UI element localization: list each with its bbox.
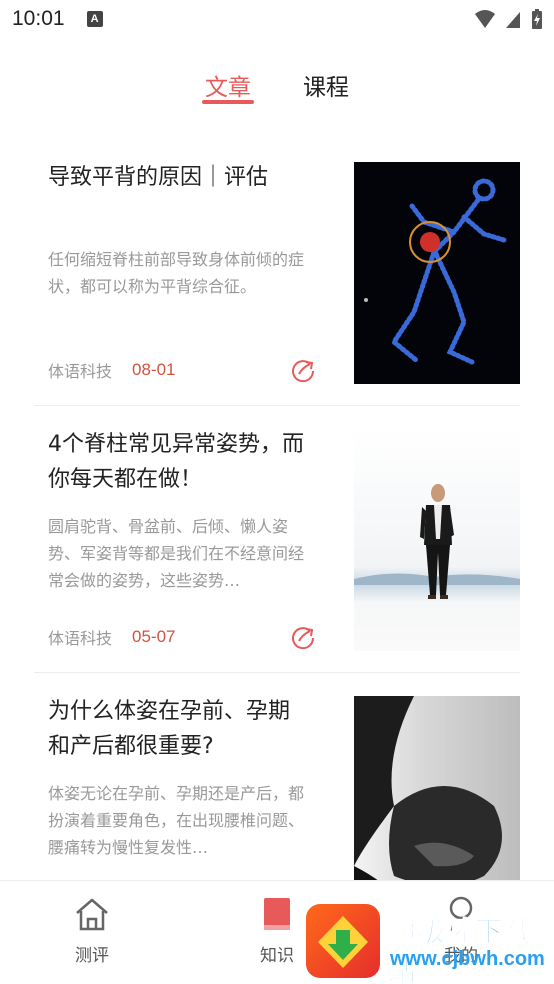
status-bar: 10:01 A xyxy=(0,0,554,38)
article-thumbnail[interactable] xyxy=(354,429,520,651)
nav-label: 测评 xyxy=(75,946,109,966)
skeleton-figure-image xyxy=(364,178,507,365)
tab-articles-label: 文章 xyxy=(205,75,251,101)
article-meta: 体语科技 05-07 xyxy=(48,625,176,649)
article-summary: 圆肩驼背、骨盆前、后倾、懒人姿势、军姿背等都是我们在不经意间经常会做的姿势，这些… xyxy=(48,517,305,590)
nav-item-assessment[interactable]: 测评 xyxy=(52,895,132,966)
tab-articles[interactable]: 文章 xyxy=(202,62,254,112)
article-meta: 体语科技 08-01 xyxy=(48,358,176,382)
watermark-url: www.cjbwh.com xyxy=(390,948,545,970)
signal-icon xyxy=(506,12,520,28)
card-divider xyxy=(34,672,520,673)
notification-icon: A xyxy=(86,11,103,27)
article-card[interactable]: 4个脊柱常见异常姿势，而你每天都在做！ 圆肩驼背、骨盆前、后倾、懒人姿势、军姿背… xyxy=(34,407,520,673)
status-icons xyxy=(474,8,544,30)
watermark: 超级棒下载站 www.cjbwh.com xyxy=(306,904,554,984)
article-date: 08-01 xyxy=(132,360,176,379)
nav-item-knowledge[interactable]: 知识 xyxy=(237,895,317,966)
article-title: 为什么体姿在孕前、孕期和产后都很重要? xyxy=(48,699,291,759)
nav-label: 知识 xyxy=(260,946,294,966)
article-thumbnail[interactable] xyxy=(354,162,520,384)
top-tabs: 文章 课程 xyxy=(0,62,554,112)
tab-courses-label: 课程 xyxy=(303,75,349,101)
battery-icon xyxy=(532,9,542,29)
article-author: 体语科技 xyxy=(48,362,113,381)
article-title: 4个脊柱常见异常姿势，而你每天都在做！ xyxy=(48,432,304,492)
article-author: 体语科技 xyxy=(48,629,113,648)
home-icon xyxy=(76,898,108,931)
standing-man-image xyxy=(354,484,520,599)
share-icon[interactable] xyxy=(290,625,316,651)
share-icon[interactable] xyxy=(290,358,316,384)
watermark-logo-icon xyxy=(306,904,380,978)
article-card[interactable]: 导致平背的原因｜评估 任何缩短脊柱前部导致身体前倾的症状，都可以称为平背综合征。… xyxy=(34,140,520,406)
article-summary: 体姿无论在孕前、孕期还是产后，都扮演着重要角色，在出现腰椎问题、腰痛转为慢性复发… xyxy=(48,784,305,857)
book-icon xyxy=(264,898,290,930)
watermark-title: 超级棒下载站 xyxy=(388,915,534,984)
card-divider xyxy=(34,405,520,406)
article-summary: 任何缩短脊柱前部导致身体前倾的症状，都可以称为平背综合征。 xyxy=(48,250,305,296)
wifi-icon xyxy=(475,10,495,28)
tab-courses[interactable]: 课程 xyxy=(303,62,349,112)
status-time: 10:01 xyxy=(12,7,65,30)
article-title: 导致平背的原因｜评估 xyxy=(48,165,269,190)
tab-active-indicator xyxy=(202,100,254,104)
article-date: 05-07 xyxy=(132,627,176,646)
